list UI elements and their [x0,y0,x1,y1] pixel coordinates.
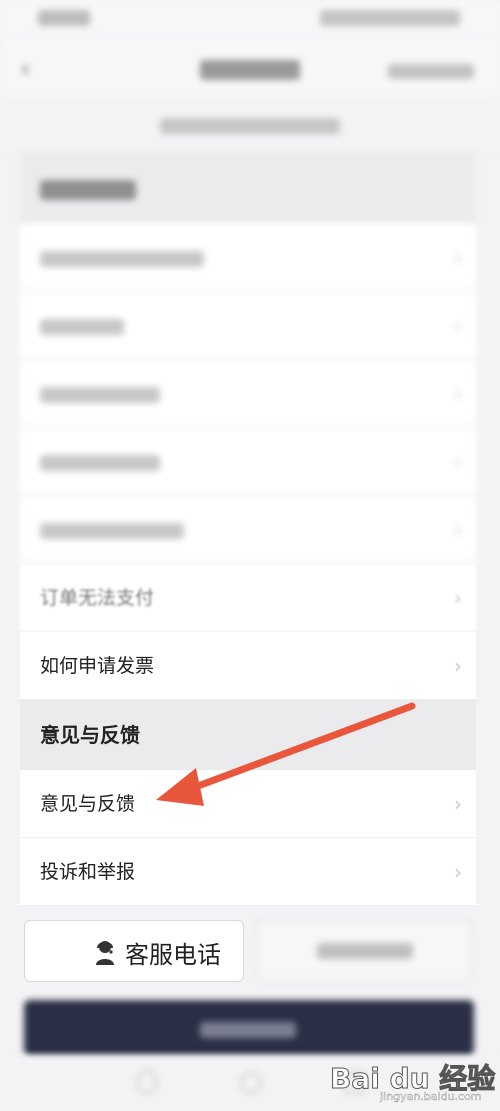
nav-back-icon[interactable] [131,1067,163,1099]
list-item-label: 如何申请发票 [40,655,155,677]
list-item-invoice[interactable]: 如何申请发票 › [20,632,476,700]
baidu-jingyan-watermark: Bai du 经验 jingyan.baidu.com [329,1057,498,1107]
notice-bar [0,100,500,150]
chevron-right-icon: › [454,792,462,816]
list-item-label: 订单无法支付 [40,587,155,609]
section-common-title [20,152,476,224]
status-icons [320,10,460,26]
online-service-button[interactable] [24,1000,474,1056]
back-icon[interactable]: ‹ [20,54,30,84]
customer-service-agent-icon [96,941,114,965]
status-bar [0,0,500,36]
section-feedback-title: 意见与反馈 [20,700,476,770]
list-item-order-payment[interactable]: 订单无法支付 › [20,564,476,632]
status-time [38,10,90,26]
list-item[interactable]: › [20,224,476,292]
list-item[interactable]: › [20,360,476,428]
chevron-right-icon: › [454,586,462,610]
watermark-url: jingyan.baidu.com [380,1090,482,1103]
list-item-feedback[interactable]: 意见与反馈 › [20,770,476,838]
secondary-hotline-button[interactable] [256,920,472,982]
page-title [200,60,300,80]
section-feedback-label: 意见与反馈 [40,723,140,747]
customer-service-hotline-button[interactable]: 客服电话 [24,920,244,982]
list-item[interactable]: › [20,428,476,496]
list-item-label: 意见与反馈 [40,793,136,815]
list-item[interactable]: › [20,292,476,360]
list-item-label: 投诉和举报 [40,861,136,883]
navbar-right-link[interactable] [388,64,474,79]
list-item[interactable]: › [20,496,476,564]
navbar: ‹ [0,36,500,100]
nav-home-icon[interactable] [240,1072,262,1094]
chevron-right-icon: › [454,860,462,884]
hotline-label: 客服电话 [125,941,221,969]
list-item-complaint[interactable]: 投诉和举报 › [20,838,476,906]
chevron-right-icon: › [454,654,462,678]
